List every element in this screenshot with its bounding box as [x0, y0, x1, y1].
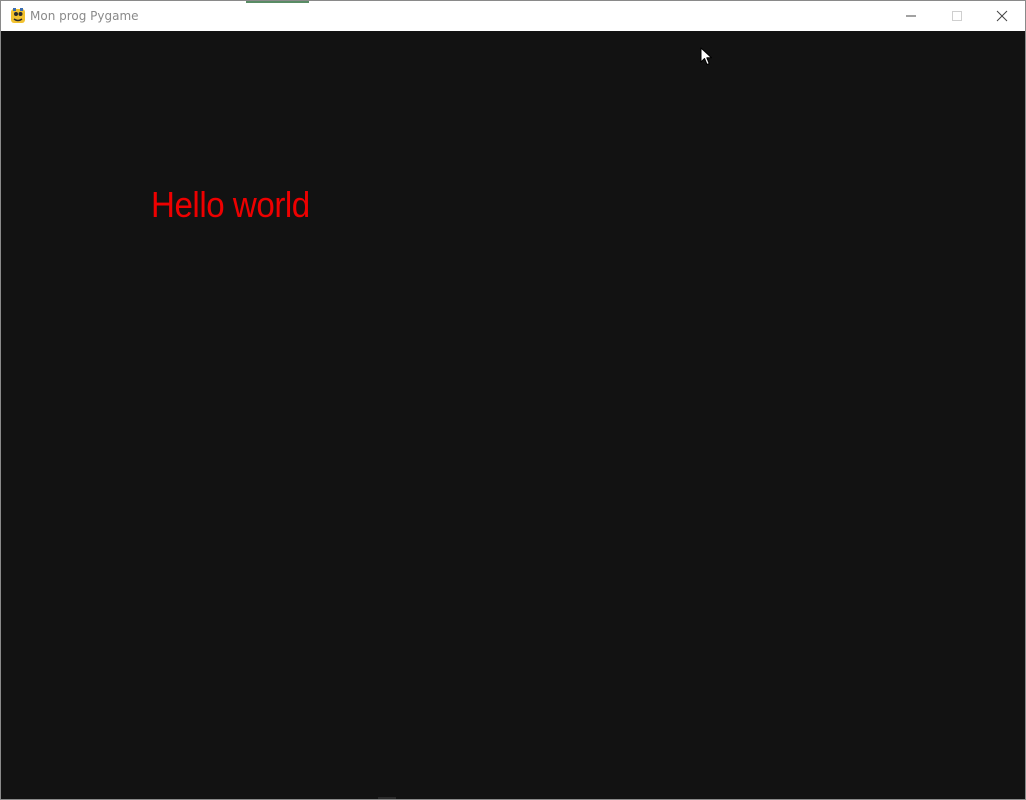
title-accent-strip — [246, 1, 309, 3]
minimize-icon — [906, 15, 916, 17]
app-window: Mon prog Pygame Hello world — [0, 0, 1026, 800]
window-title: Mon prog Pygame — [30, 9, 139, 23]
canvas-bottom-artifact — [378, 797, 396, 799]
close-icon — [996, 10, 1008, 22]
maximize-button[interactable] — [934, 1, 980, 31]
title-bar[interactable]: Mon prog Pygame — [1, 1, 1025, 31]
close-button[interactable] — [979, 1, 1025, 31]
mouse-pointer-icon — [700, 47, 714, 67]
game-canvas[interactable]: Hello world — [1, 31, 1025, 799]
hello-text: Hello world — [151, 184, 310, 225]
minimize-button[interactable] — [888, 1, 934, 31]
pygame-snake-icon — [10, 8, 26, 24]
maximize-icon — [952, 11, 962, 21]
